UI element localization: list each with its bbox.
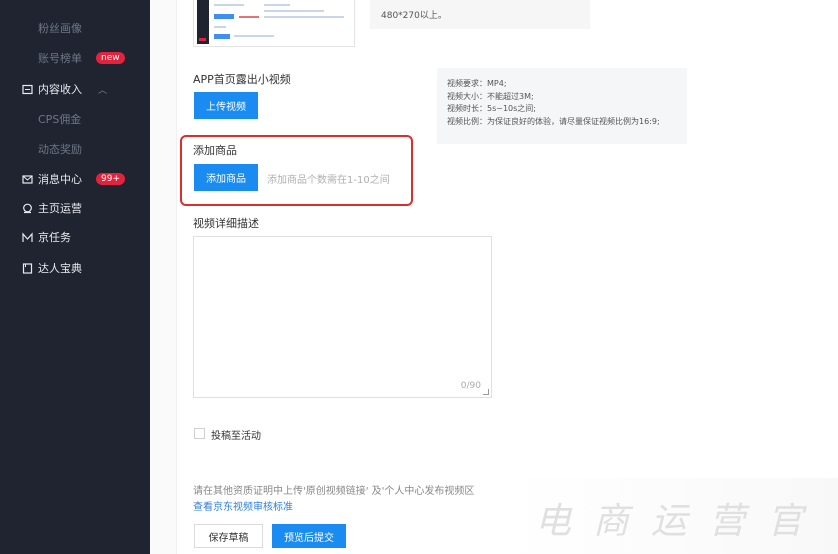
activity-checkbox[interactable] xyxy=(194,428,205,439)
app-video-label: APP首页露出小视频 xyxy=(193,73,291,86)
char-counter: 0/90 xyxy=(460,381,481,391)
sidebar-item-fan-profile[interactable]: 粉丝画像 xyxy=(0,18,150,38)
new-badge: new xyxy=(96,52,125,64)
requirement-size: 视频大小：不能超过3M; xyxy=(447,91,534,101)
product-count-hint: 添加商品个数需在1-10之间 xyxy=(267,175,390,186)
sidebar-item-label: 主页运营 xyxy=(38,202,82,215)
cover-size-hint: 480*270以上。 xyxy=(370,0,590,29)
requirement-format: 视频要求：MP4; xyxy=(447,79,507,88)
activity-label: 投稿至活动 xyxy=(211,431,261,442)
cover-example-image xyxy=(193,0,355,47)
preview-submit-button[interactable]: 预览后提交 xyxy=(272,524,346,548)
guide-icon xyxy=(21,262,33,274)
sidebar-item-label: 粉丝画像 xyxy=(38,22,82,35)
sidebar-item-guide[interactable]: 达人宝典 xyxy=(0,258,150,278)
message-count-badge: 99+ xyxy=(96,173,125,185)
video-requirements-box: 视频要求：MP4; 视频大小：不能超过3M; 视频时长：5s~10s之间; 视频… xyxy=(437,68,687,144)
sidebar-item-label: 京任务 xyxy=(38,231,71,244)
sidebar-item-label: 达人宝典 xyxy=(38,262,82,275)
sidebar-item-homepage-ops[interactable]: 主页运营 xyxy=(0,198,150,218)
homepage-icon xyxy=(21,202,33,214)
sidebar-item-jd-task[interactable]: 京任务 xyxy=(0,227,150,247)
sidebar-item-content-income[interactable]: 内容收入 ︿ xyxy=(0,79,150,99)
requirement-ratio: 视频比例：为保证良好的体验，请尽量保证视频比例为16:9; xyxy=(447,116,660,126)
description-textarea[interactable]: 0/90 xyxy=(193,236,492,398)
add-product-button[interactable]: 添加商品 xyxy=(194,164,258,191)
product-label: 添加商品 xyxy=(193,144,237,157)
sidebar-item-label: 账号榜单 xyxy=(38,52,82,65)
income-icon xyxy=(21,83,33,95)
message-icon xyxy=(21,173,33,185)
sidebar-item-label: 消息中心 xyxy=(38,173,82,186)
sidebar-item-label: 动态奖励 xyxy=(38,143,82,156)
upload-video-button[interactable]: 上传视频 xyxy=(194,92,258,119)
sidebar-item-cps[interactable]: CPS佣金 xyxy=(0,109,150,129)
review-standard-link[interactable]: 查看京东视频审核标准 xyxy=(193,498,293,513)
originality-note: 请在其他资质证明中上传'原创视频链接' 及'个人中心发布视频区 xyxy=(193,486,475,497)
sidebar-item-label: 内容收入 xyxy=(38,83,82,96)
sidebar-item-messages[interactable]: 消息中心 99+ xyxy=(0,169,150,189)
cover-size-hint-text: 480*270以上。 xyxy=(381,11,447,21)
task-icon xyxy=(21,231,33,243)
sidebar-item-ranking[interactable]: 账号榜单 new xyxy=(0,48,150,68)
description-label: 视频详细描述 xyxy=(193,217,259,230)
sidebar: 粉丝画像 账号榜单 new 内容收入 ︿ CPS佣金 动态奖励 消息中心 99+… xyxy=(0,0,150,554)
resize-handle-icon[interactable] xyxy=(483,389,489,395)
save-draft-button[interactable]: 保存草稿 xyxy=(194,524,263,548)
sidebar-item-dynamic-reward[interactable]: 动态奖励 xyxy=(0,139,150,159)
content-gutter xyxy=(150,0,177,554)
chevron-up-icon: ︿ xyxy=(98,85,108,96)
sidebar-item-label: CPS佣金 xyxy=(38,113,82,126)
watermark: 电商运营官 xyxy=(505,478,838,554)
requirement-duration: 视频时长：5s~10s之间; xyxy=(447,104,537,113)
